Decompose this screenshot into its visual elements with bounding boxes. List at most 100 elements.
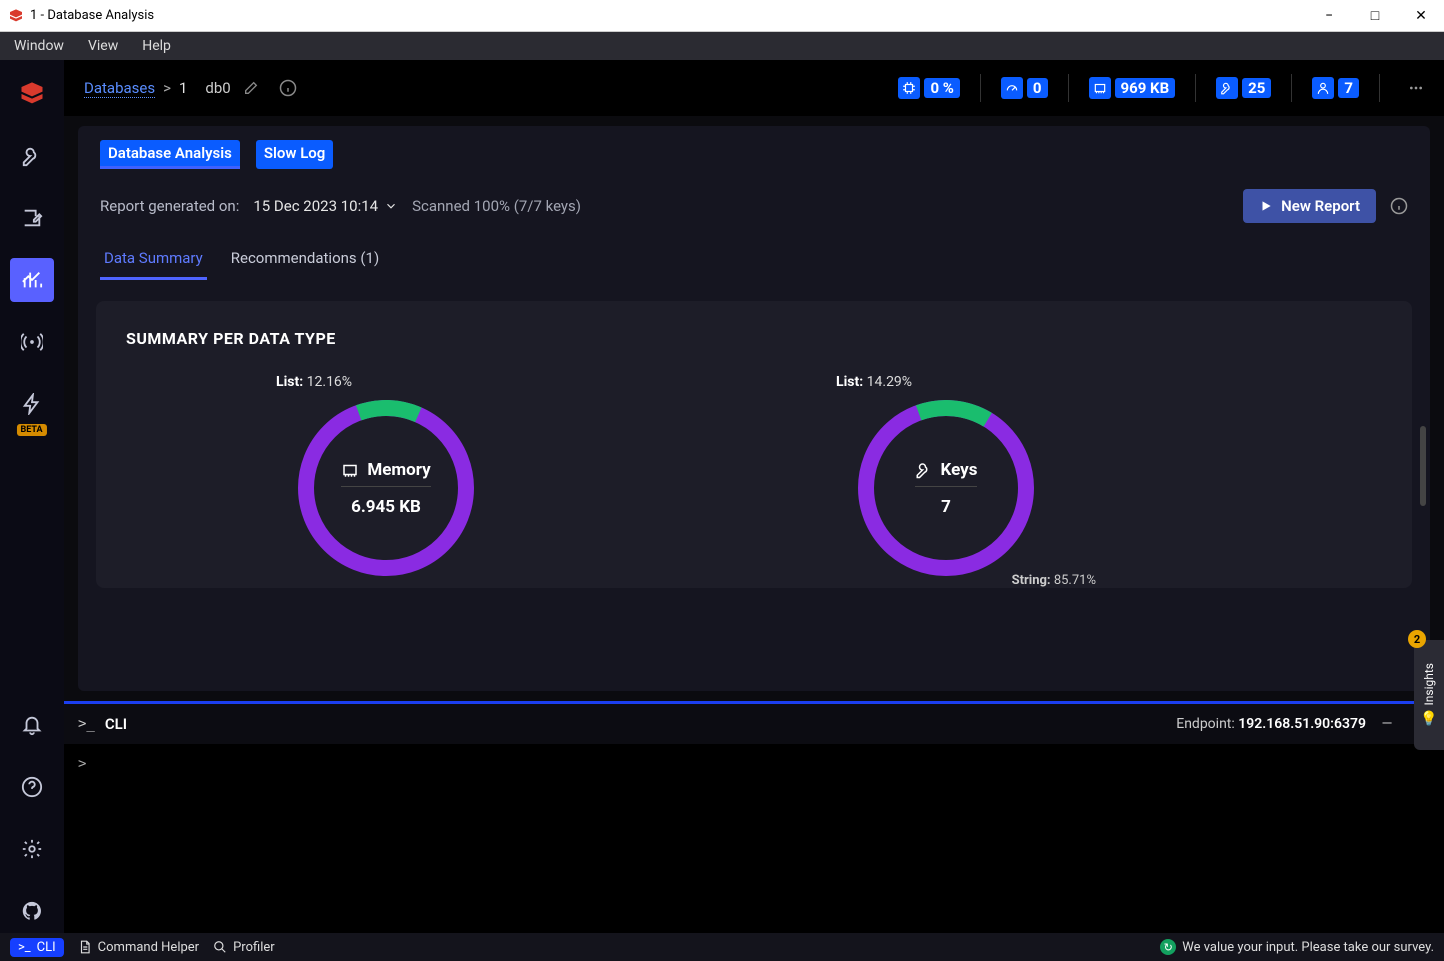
topbar: Databases > 1 db0 0 % <box>64 60 1444 116</box>
lightbulb-icon: 💡 <box>1420 711 1437 727</box>
user-icon <box>1312 77 1334 99</box>
db-info-icon[interactable] <box>279 79 297 97</box>
stat-keys[interactable]: 25 <box>1216 77 1271 99</box>
window-titlebar: 1 - Database Analysis − □ ✕ <box>0 0 1444 32</box>
stat-keys-value: 25 <box>1242 78 1271 98</box>
sidebar-logo[interactable] <box>10 72 54 116</box>
breadcrumb-dbname: db0 <box>205 79 230 97</box>
sidebar-notifications[interactable] <box>10 703 54 747</box>
cli-panel: >_ CLI Endpoint: 192.168.51.90:6379 — ✕ … <box>64 701 1444 933</box>
topbar-overflow-icon[interactable] <box>1408 80 1424 96</box>
sidebar-pubsub[interactable] <box>10 320 54 364</box>
bolt-icon <box>21 393 43 415</box>
chart-keys-value: 7 <box>941 497 951 517</box>
cli-prompt-icon: >_ <box>78 716 95 732</box>
chart-keys: List: 14.29% Keys 7 <box>686 388 1206 588</box>
menu-bar: Window View Help <box>0 32 1444 60</box>
report-date-dropdown[interactable]: 15 Dec 2023 10:14 <box>253 197 398 215</box>
redis-logo-icon <box>18 80 46 108</box>
menu-view[interactable]: View <box>80 36 126 56</box>
memory-icon <box>1089 77 1111 99</box>
stat-users-value: 7 <box>1338 78 1359 98</box>
edit-file-icon <box>21 207 43 229</box>
stat-memory-value: 969 KB <box>1115 78 1176 98</box>
main-panel: Database Analysis Slow Log Report genera… <box>78 126 1430 691</box>
cli-endpoint: Endpoint: 192.168.51.90:6379 <box>1176 716 1366 732</box>
summary-subtabs: Data Summary Recommendations (1) <box>96 239 1412 281</box>
summary-card: SUMMARY PER DATA TYPE List: 12.16% <box>96 301 1412 588</box>
chart-keys-legend-bottom: String: 85.71% <box>1012 573 1096 588</box>
chart-keys-title: Keys <box>941 460 978 480</box>
analytics-icon <box>21 269 43 291</box>
chevron-down-icon <box>384 199 398 213</box>
menu-help[interactable]: Help <box>134 36 179 56</box>
statusbar-command-helper[interactable]: Command Helper <box>78 940 199 955</box>
top-stats: 0 % 0 969 KB 25 <box>898 74 1424 102</box>
broadcast-icon <box>21 331 43 353</box>
key-icon <box>21 145 43 167</box>
subtab-recommendations[interactable]: Recommendations (1) <box>227 243 383 280</box>
stat-cpu-value: 0 % <box>924 78 959 98</box>
stat-cpu[interactable]: 0 % <box>898 77 959 99</box>
cli-prompt-line: > <box>78 756 1430 772</box>
survey-status-icon: ↻ <box>1160 939 1176 955</box>
beta-badge: BETA <box>16 424 46 436</box>
chart-memory-title: Memory <box>367 460 430 480</box>
maximize-button[interactable]: □ <box>1352 0 1398 32</box>
key-count-icon <box>1216 77 1238 99</box>
window-controls: − □ ✕ <box>1306 0 1444 32</box>
summary-title: SUMMARY PER DATA TYPE <box>126 329 1382 348</box>
insights-badge: 2 <box>1408 630 1426 648</box>
breadcrumb-sep: > <box>163 79 171 97</box>
help-icon <box>21 776 43 798</box>
bell-icon <box>21 714 43 736</box>
scrollbar-thumb[interactable] <box>1420 426 1426 506</box>
sidebar-help[interactable] <box>10 765 54 809</box>
search-icon <box>213 940 227 954</box>
menu-window[interactable]: Window <box>6 36 72 56</box>
cpu-icon <box>898 77 920 99</box>
sidebar-key-browser[interactable] <box>10 134 54 178</box>
key-small-icon <box>915 461 933 479</box>
statusbar-survey[interactable]: ↻ We value your input. Please take our s… <box>1160 939 1434 955</box>
github-icon <box>21 900 43 922</box>
analysis-tabs: Database Analysis Slow Log <box>96 140 1412 179</box>
sidebar-triggers[interactable]: BETA <box>10 382 54 426</box>
sidebar: BETA <box>0 60 64 933</box>
new-report-button[interactable]: New Report <box>1243 189 1376 223</box>
breadcrumb-databases-link[interactable]: Databases <box>84 79 155 98</box>
insights-label: Insights <box>1422 663 1436 705</box>
stat-users[interactable]: 7 <box>1312 77 1359 99</box>
statusbar-profiler[interactable]: Profiler <box>213 940 275 955</box>
report-info-row: Report generated on: 15 Dec 2023 10:14 S… <box>96 179 1412 239</box>
stat-memory[interactable]: 969 KB <box>1089 77 1176 99</box>
subtab-data-summary[interactable]: Data Summary <box>100 243 207 280</box>
insights-side-tab[interactable]: 2 Insights 💡 <box>1414 640 1444 750</box>
cli-body[interactable]: > <box>64 744 1444 933</box>
sidebar-workbench[interactable] <box>10 196 54 240</box>
play-icon <box>1259 199 1273 213</box>
status-bar: >_CLI Command Helper Profiler ↻ We value… <box>0 933 1444 961</box>
statusbar-cli[interactable]: >_CLI <box>10 938 64 957</box>
tab-slow-log[interactable]: Slow Log <box>256 140 333 169</box>
minimize-button[interactable]: − <box>1306 0 1352 32</box>
tab-database-analysis[interactable]: Database Analysis <box>100 140 240 169</box>
gauge-icon <box>1001 77 1023 99</box>
report-generated-label: Report generated on: <box>100 197 239 215</box>
breadcrumb-index: 1 <box>179 79 187 97</box>
report-info-icon[interactable] <box>1390 197 1408 215</box>
app-logo-icon <box>8 8 24 24</box>
close-button[interactable]: ✕ <box>1398 0 1444 32</box>
edit-name-icon[interactable] <box>243 80 259 96</box>
cli-header: >_ CLI Endpoint: 192.168.51.90:6379 — ✕ <box>64 704 1444 744</box>
sidebar-analysis[interactable] <box>10 258 54 302</box>
cli-title: CLI <box>105 715 127 733</box>
cli-minimize-button[interactable]: — <box>1376 716 1398 732</box>
stat-throughput-value: 0 <box>1027 78 1048 98</box>
chart-memory: List: 12.16% Memory <box>126 388 646 588</box>
chart-memory-value: 6.945 KB <box>351 497 421 517</box>
doc-icon <box>78 940 92 954</box>
stat-throughput[interactable]: 0 <box>1001 77 1048 99</box>
sidebar-github[interactable] <box>10 889 54 933</box>
sidebar-settings[interactable] <box>10 827 54 871</box>
